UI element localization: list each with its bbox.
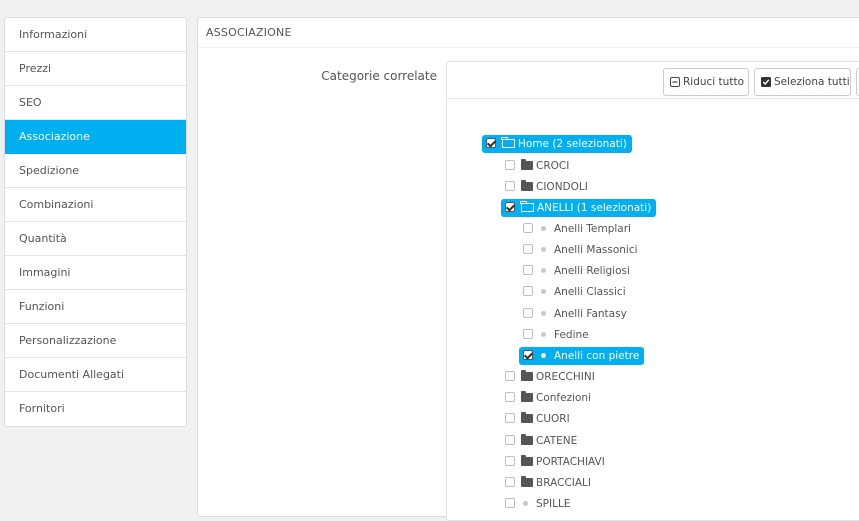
node-checkbox[interactable] (523, 244, 533, 254)
tree-node-label: Home (2 selezionati) (518, 138, 627, 150)
node-checkbox[interactable] (523, 286, 533, 296)
sidebar-item-prezzi[interactable]: Prezzi (5, 52, 186, 86)
bullet-icon (541, 332, 546, 337)
folder-icon (521, 455, 533, 466)
node-checkbox[interactable] (523, 329, 533, 339)
tree-node-anelli-con-pietre[interactable]: Anelli con pietre (519, 347, 645, 365)
bullet-icon (541, 353, 546, 358)
tree-node-label: SPILLE (536, 498, 571, 510)
folder-icon (521, 159, 533, 170)
minus-square-icon (670, 71, 680, 97)
node-checkbox[interactable] (505, 371, 515, 381)
select-all-button[interactable]: Seleziona tutti (754, 68, 851, 96)
folder-icon (521, 180, 533, 191)
tree-node-label: CATENE (536, 435, 578, 447)
tree-node-label: Anelli con pietre (554, 350, 640, 362)
select-all-label: Seleziona tutti (774, 76, 850, 88)
bullet-icon (541, 226, 546, 231)
tree-node-label: Fedine (554, 329, 589, 341)
bullet-icon (541, 311, 546, 316)
tree-node[interactable]: CATENE (505, 432, 577, 450)
tree-node-label: Anelli Templari (554, 223, 631, 235)
tree-node[interactable]: ORECCHINI (505, 368, 595, 386)
bullet-icon (541, 268, 546, 273)
node-checkbox[interactable] (505, 202, 515, 212)
sidebar-item-fornitori[interactable]: Fornitori (5, 392, 186, 426)
tree-node[interactable]: BRACCIALI (505, 474, 591, 492)
tree-node-home[interactable]: Home (2 selezionati) (482, 135, 632, 153)
sidebar-item-funzioni[interactable]: Funzioni (5, 290, 186, 324)
collapse-all-button[interactable]: Riduci tutto (663, 68, 749, 96)
tree-node-anelli[interactable]: ANELLI (1 selezionati) (501, 199, 657, 217)
sidebar-item-combinazioni[interactable]: Combinazioni (5, 188, 186, 222)
tree-node-label: Anelli Religiosi (554, 265, 630, 277)
related-categories-label: Categorie correlate (321, 69, 437, 83)
tree-node[interactable]: CUORI (505, 410, 570, 428)
tree-node-label: PORTACHIAVI (536, 456, 605, 468)
tree-node[interactable]: Anelli Massonici (523, 241, 638, 259)
sidebar-item-seo[interactable]: SEO (5, 86, 186, 120)
tree-node-label: CUORI (536, 413, 570, 425)
tree-node-label: Anelli Classici (554, 286, 626, 298)
folder-icon (521, 412, 533, 423)
node-checkbox[interactable] (523, 265, 533, 275)
node-checkbox[interactable] (505, 181, 515, 191)
sidebar-item-spedizione[interactable]: Spedizione (5, 154, 186, 188)
node-checkbox[interactable] (523, 308, 533, 318)
folder-open-icon (501, 137, 515, 148)
folder-icon (521, 434, 533, 445)
tree-node-label: Confezioni (536, 392, 591, 404)
tree-node[interactable]: Fedine (523, 326, 589, 344)
sidebar-item-immagini[interactable]: Immagini (5, 256, 186, 290)
tree-node[interactable]: PORTACHIAVI (505, 453, 605, 471)
tree-node[interactable]: Anelli Classici (523, 283, 626, 301)
check-square-icon (761, 71, 771, 97)
tree-toolbar: Riduci tutto Seleziona tutti (447, 62, 859, 99)
panel-title: ASSOCIAZIONE (198, 18, 859, 48)
folder-icon (521, 476, 533, 487)
bullet-icon (541, 289, 546, 294)
tree-node[interactable]: Anelli Templari (523, 220, 631, 238)
folder-open-icon (520, 201, 534, 212)
category-tree: Riduci tutto Seleziona tutti Home (2 sel… (446, 61, 859, 521)
node-checkbox[interactable] (505, 435, 515, 445)
node-checkbox[interactable] (505, 413, 515, 423)
tree-node-label: CROCI (536, 160, 570, 172)
tree-node[interactable]: SPILLE (505, 495, 570, 513)
node-checkbox[interactable] (505, 392, 515, 402)
node-checkbox[interactable] (505, 160, 515, 170)
tree-node-label: ORECCHINI (536, 371, 595, 383)
tree-node-label: BRACCIALI (536, 477, 591, 489)
sidebar-item-personalizzazione[interactable]: Personalizzazione (5, 324, 186, 358)
sidebar-item-documenti-allegati[interactable]: Documenti Allegati (5, 358, 186, 392)
node-checkbox[interactable] (505, 477, 515, 487)
association-panel: ASSOCIAZIONE Categorie correlate Riduci … (197, 17, 859, 521)
tree-node-label: Anelli Fantasy (554, 308, 627, 320)
node-checkbox[interactable] (505, 456, 515, 466)
bullet-icon (541, 247, 546, 252)
folder-icon (521, 370, 533, 381)
sidebar-item-associazione[interactable]: Associazione (5, 120, 186, 154)
tree-node[interactable]: Confezioni (505, 389, 591, 407)
sidebar-item-quantita[interactable]: Quantità (5, 222, 186, 256)
node-checkbox[interactable] (523, 350, 533, 360)
node-checkbox[interactable] (523, 223, 533, 233)
tree-node[interactable]: CIONDOLI (505, 178, 588, 196)
tree-node-label: Anelli Massonici (554, 244, 638, 256)
sidebar-nav: Informazioni Prezzi SEO Associazione Spe… (4, 17, 187, 427)
home-checkbox[interactable] (486, 138, 496, 148)
sidebar-item-informazioni[interactable]: Informazioni (5, 18, 186, 52)
tree-node[interactable]: CROCI (505, 157, 569, 175)
bullet-icon (523, 501, 528, 506)
tree-node-label: CIONDOLI (536, 181, 588, 193)
folder-icon (521, 391, 533, 402)
tree-node[interactable]: Anelli Religiosi (523, 262, 630, 280)
tree-node-label: ANELLI (1 selezionati) (537, 202, 652, 214)
collapse-all-label: Riduci tutto (683, 76, 744, 88)
tree-node[interactable]: Anelli Fantasy (523, 305, 627, 323)
